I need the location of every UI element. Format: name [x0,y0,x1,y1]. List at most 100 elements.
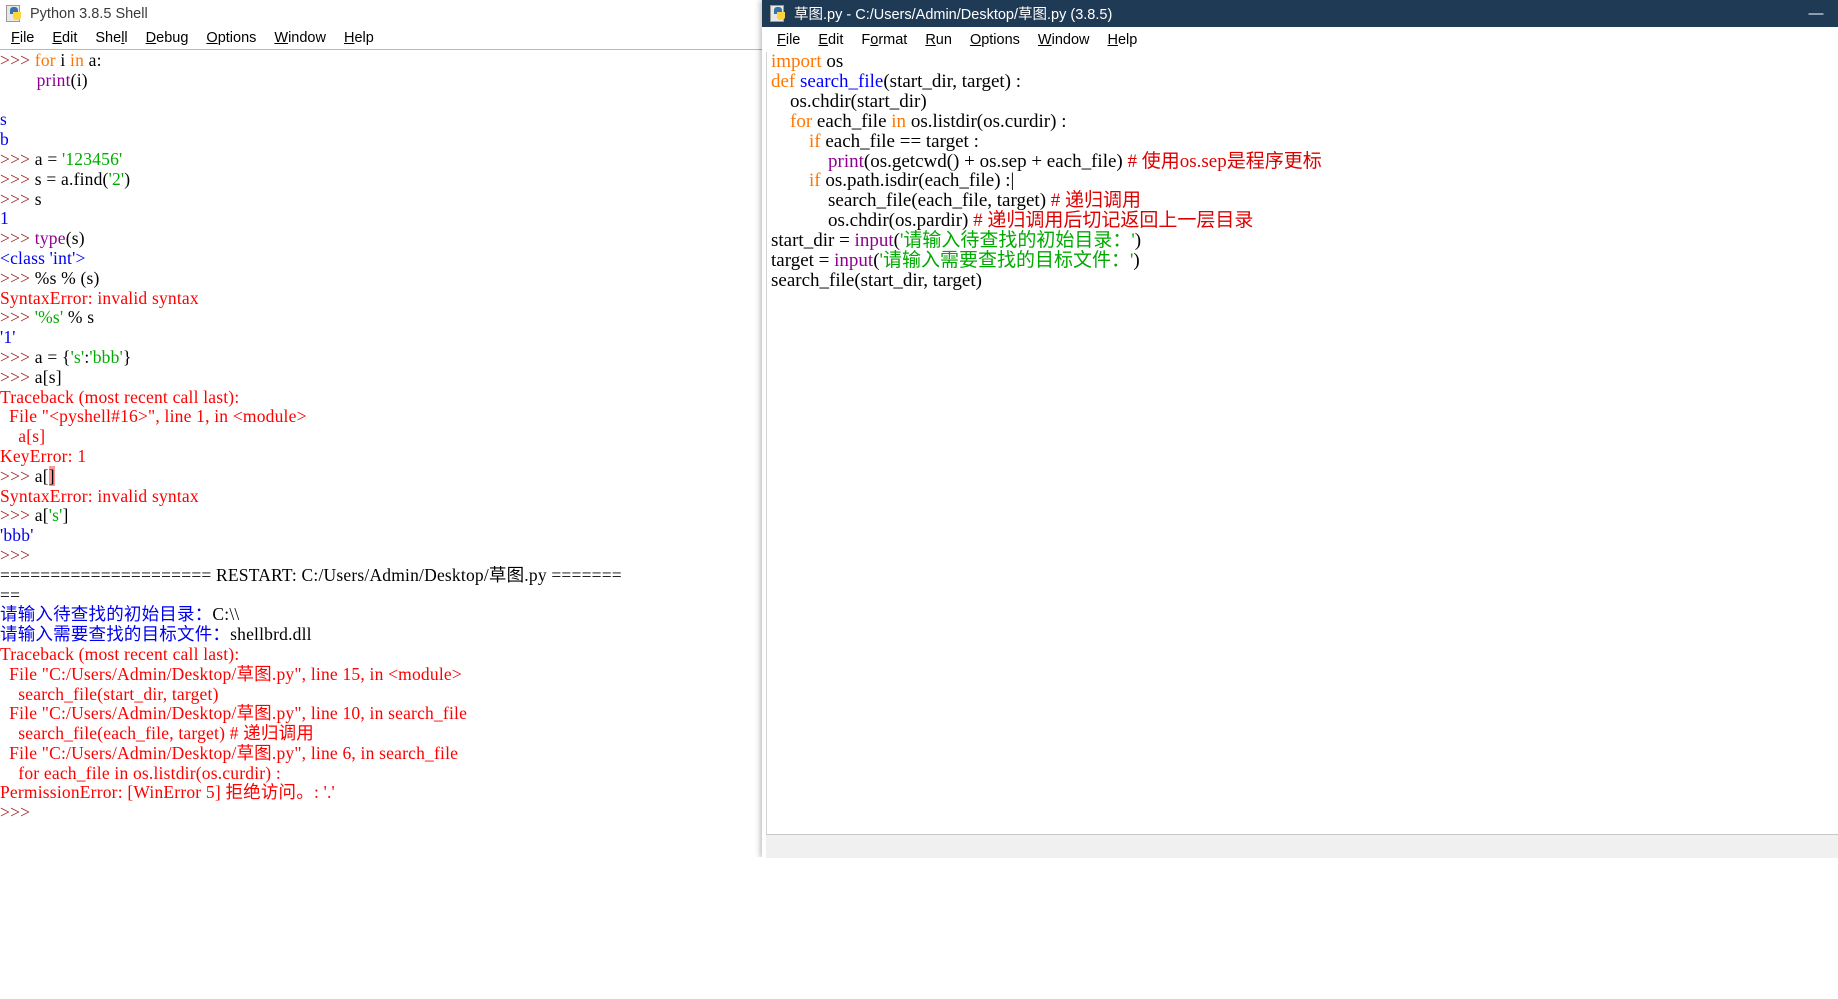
code-line: >>> a[] [0,465,762,487]
code-line: Traceback (most recent call last): [0,387,762,408]
code-span: s [0,109,8,130]
code-span: input [854,230,894,252]
code-span: each_file == target : [820,130,979,152]
code-span: a[s] [0,426,46,447]
code-span: PermissionError: [WinError 5] 拒绝访问。: '.' [0,782,335,803]
code-span: '请输入需要查找的目标文件：' [879,250,1134,272]
code-span: '1' [0,327,16,348]
code-span: <class 'int'> [0,247,86,268]
code-span: >>> [0,307,35,328]
editor-code-area[interactable]: import os def search_file(start_dir, targ… [766,52,1838,834]
code-span: target = [771,250,835,272]
code-span: File "C:/Users/Admin/Desktop/草图.py", lin… [0,663,462,684]
code-line: a[s] [0,426,762,447]
code-span: SyntaxError: invalid syntax [0,485,199,506]
code-span: >>> [0,465,35,486]
code-line: File "C:/Users/Admin/Desktop/草图.py", lin… [0,743,762,764]
minimize-icon[interactable]: — [1794,0,1838,27]
code-span: s [34,188,42,209]
shell-window-lower-area [0,857,762,999]
code-span: SyntaxError: invalid syntax [0,287,199,308]
code-span: print [36,69,71,90]
code-line: == [0,585,762,606]
python-editor-window[interactable]: 草图.py - C:/Users/Admin/Desktop/草图.py (3.… [762,0,1838,858]
code-line: target = input('请输入需要查找的目标文件：') [767,251,1838,271]
code-line: search_file(each_file, target) # 递归调用 [0,723,762,744]
code-span [771,151,828,172]
code-line: >>> for i in a: [0,51,762,71]
code-span: (start_dir, target) : [883,70,1022,92]
code-line: os.chdir(start_dir) [767,90,1838,112]
python-shell-window[interactable]: Python 3.8.5 Shell FFileile Edit Shell D… [0,0,762,858]
editor-menu-options[interactable]: Options [961,32,1029,48]
editor-menubar[interactable]: File Edit Format Run Options Window Help [762,27,1838,52]
code-line: >>> [0,544,762,566]
code-span: Traceback (most recent call last): [0,643,240,664]
code-line: search_file(start_dir, target) [0,683,762,705]
code-line: os.chdir(os.pardir) # 递归调用后切记返回上一层目录 [767,211,1838,231]
editor-menu-help[interactable]: Help [1099,32,1147,48]
code-span: # 使用os.sep是程序更标 [1127,150,1322,172]
editor-menu-window[interactable]: Window [1029,32,1099,48]
code-line: import os [767,52,1838,72]
code-span: 's' [70,346,85,367]
shell-menu-help[interactable]: Help [335,30,383,46]
editor-menu-file[interactable]: File [768,32,809,48]
code-span: a = [34,148,62,169]
code-span: >>> [0,228,35,249]
code-line: SyntaxError: invalid syntax [0,485,762,507]
shell-menu-debug[interactable]: Debug [137,30,198,46]
code-line: search_file(start_dir, target) [767,271,1838,291]
code-span: input [834,250,874,272]
code-line: >>> [0,802,762,823]
code-span: os [821,52,844,72]
code-span: C:\\ [212,604,240,625]
shell-output-area[interactable]: >>> for i in a: print(i) s b >>> a = '1234… [0,51,762,858]
code-span: in [891,110,907,132]
code-span: (i) [70,69,88,90]
code-line: File "C:/Users/Admin/Desktop/草图.py", lin… [0,663,762,685]
code-line: 'bbb' [0,525,762,546]
code-span: | [1010,170,1015,192]
python-logo-icon [6,4,24,23]
code-line: KeyError: 1 [0,446,762,467]
desktop-background [0,857,1838,999]
window-controls[interactable]: — [1794,0,1838,27]
code-span: ] [62,505,69,526]
code-span: b [0,129,9,150]
shell-menu-options[interactable]: Options [197,30,265,46]
code-span: os.chdir(start_dir) [771,90,927,112]
code-span: # 递归调用后切记返回上一层目录 [973,210,1254,232]
editor-titlebar[interactable]: 草图.py - C:/Users/Admin/Desktop/草图.py (3.… [762,0,1838,27]
code-span: % s [63,307,95,328]
code-line: ===================== RESTART: C:/Users/… [0,565,762,586]
code-span: i [55,51,71,70]
code-line: >>> a = '123456' [0,148,762,170]
code-span: 'bbb' [89,346,123,367]
shell-menubar[interactable]: FFileile Edit Shell Debug Options Window… [0,27,762,50]
editor-menu-format[interactable]: Format [852,32,916,48]
code-span: shellbrd.dll [230,624,312,645]
code-span [0,90,37,110]
code-span: 's' [48,505,63,526]
editor-menu-edit[interactable]: Edit [809,32,852,48]
code-span: File "C:/Users/Admin/Desktop/草图.py", lin… [0,703,468,724]
code-span: for [790,110,813,132]
code-span: >>> [0,544,35,565]
code-span: ) [1134,230,1142,252]
code-line: 请输入需要查找的目标文件：shellbrd.dll [0,624,762,645]
code-line: print(os.getcwd() + os.sep + each_file) … [767,150,1838,172]
code-span: ) [1133,250,1140,272]
shell-menu-window[interactable]: Window [265,30,335,46]
code-span: os.listdir(os.curdir) : [906,110,1067,132]
shell-titlebar[interactable]: Python 3.8.5 Shell [0,0,762,27]
shell-menu-edit[interactable]: Edit [43,30,86,46]
editor-menu-run[interactable]: Run [916,32,961,48]
shell-menu-shell[interactable]: Shell [86,30,136,46]
code-span: a[s] [34,366,62,387]
shell-menu-file[interactable]: FFileile [2,30,43,46]
code-line: b [0,129,762,150]
code-span: 请输入待查找的初始目录： [0,604,213,625]
code-span: search_file(start_dir, target) [0,683,219,704]
code-line: >>> type(s) [0,228,762,249]
